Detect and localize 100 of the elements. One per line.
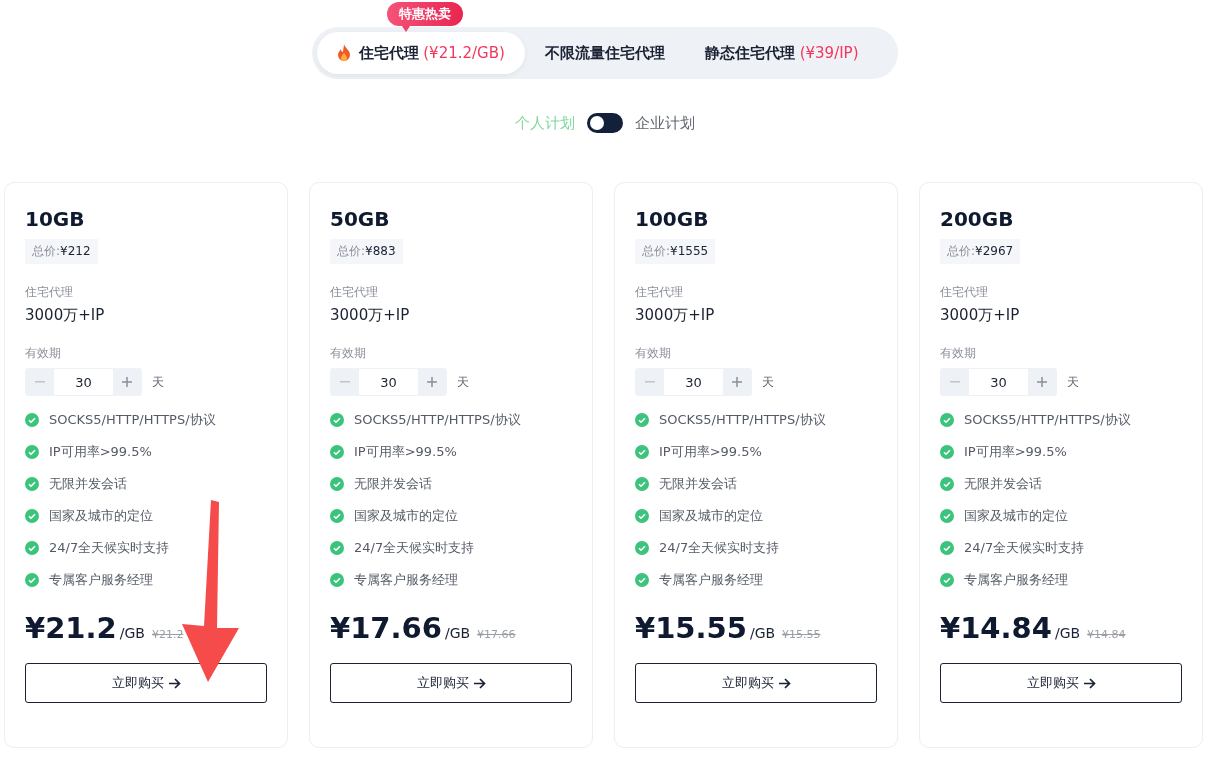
plus-icon [732, 377, 742, 387]
days-unit: 天 [152, 373, 164, 391]
buy-now-button[interactable]: 立即购买 [635, 663, 877, 703]
tab[interactable]: 不限流量住宅代理 [524, 32, 685, 74]
feature-text: 国家及城市的定位 [49, 507, 153, 525]
check-circle-icon [25, 413, 39, 427]
check-circle-icon [25, 445, 39, 459]
arrow-right-icon [1083, 677, 1096, 689]
feature-text: 专属客户服务经理 [354, 571, 458, 589]
minus-icon [35, 381, 45, 383]
total-price-tag: 总价:¥1555 [635, 239, 716, 264]
check-circle-icon [635, 541, 649, 555]
days-input[interactable]: 30 [664, 369, 723, 395]
price-unit: /GB [444, 625, 471, 641]
arrow-right-icon [778, 677, 791, 689]
feature-text: SOCKS5/HTTP/HTTPS/协议 [49, 411, 216, 429]
check-circle-icon [635, 413, 649, 427]
feature-text: 无限并发会话 [964, 475, 1042, 493]
feature-text: 国家及城市的定位 [964, 507, 1068, 525]
buy-now-button[interactable]: 立即购买 [940, 663, 1182, 703]
proxy-type-label: 住宅代理 [330, 284, 379, 301]
check-circle-icon [940, 541, 954, 555]
check-circle-icon [25, 541, 39, 555]
arrow-right-icon [168, 677, 181, 689]
feature-text: SOCKS5/HTTP/HTTPS/协议 [964, 411, 1131, 429]
check-circle-icon [635, 477, 649, 491]
feature-text: 专属客户服务经理 [49, 571, 153, 589]
tab[interactable]: 住宅代理 (¥21.2/GB) [316, 32, 525, 74]
days-input[interactable]: 30 [359, 369, 418, 395]
total-price-tag: 总价:¥2967 [940, 239, 1021, 264]
check-circle-icon [25, 477, 39, 491]
plan-toggle[interactable] [586, 113, 623, 133]
plan-title: 200GB [940, 207, 1015, 231]
feature-text: 专属客户服务经理 [964, 571, 1068, 589]
plan-title: 50GB [330, 207, 391, 231]
proxy-type-label: 住宅代理 [25, 284, 74, 301]
ip-count: 3000万+IP [330, 306, 411, 325]
unit-price: ¥14.84 [940, 611, 1052, 645]
arrow-right-icon [473, 677, 486, 689]
validity-label: 有效期 [635, 345, 672, 362]
check-circle-icon [635, 509, 649, 523]
price-unit: /GB [749, 625, 776, 641]
minus-icon [645, 381, 655, 383]
days-unit: 天 [457, 373, 469, 391]
proxy-type-label: 住宅代理 [940, 284, 989, 301]
plan-label[interactable]: 企业计划 [634, 113, 695, 133]
check-circle-icon [330, 573, 344, 587]
buy-now-button[interactable]: 立即购买 [25, 663, 267, 703]
feature-text: 24/7全天候实时支持 [354, 539, 475, 557]
feature-text: 国家及城市的定位 [354, 507, 458, 525]
total-price-tag: 总价:¥212 [25, 239, 98, 264]
proxy-type-label: 住宅代理 [635, 284, 684, 301]
check-circle-icon [940, 573, 954, 587]
plan-title: 100GB [635, 207, 710, 231]
buy-now-button[interactable]: 立即购买 [330, 663, 572, 703]
days-unit: 天 [1067, 373, 1079, 391]
total-price-tag: 总价:¥883 [330, 239, 403, 264]
days-input[interactable]: 30 [54, 369, 113, 395]
tab[interactable]: 静态住宅代理 (¥39/IP) [684, 32, 879, 74]
plan-title: 10GB [25, 207, 86, 231]
validity-label: 有效期 [940, 345, 977, 362]
days-input[interactable]: 30 [969, 369, 1028, 395]
check-circle-icon [635, 445, 649, 459]
check-circle-icon [25, 509, 39, 523]
days-unit: 天 [762, 373, 774, 391]
minus-icon [950, 381, 960, 383]
check-circle-icon [330, 445, 344, 459]
feature-text: 无限并发会话 [354, 475, 432, 493]
check-circle-icon [25, 573, 39, 587]
ip-count: 3000万+IP [25, 306, 106, 325]
original-price: ¥14.84 [1087, 628, 1126, 641]
feature-text: 24/7全天候实时支持 [964, 539, 1085, 557]
feature-text: 24/7全天候实时支持 [659, 539, 780, 557]
validity-label: 有效期 [25, 345, 62, 362]
plus-icon [1037, 377, 1047, 387]
feature-text: 无限并发会话 [659, 475, 737, 493]
price-unit: /GB [119, 625, 145, 641]
validity-label: 有效期 [330, 345, 367, 362]
feature-text: 无限并发会话 [49, 475, 127, 493]
check-circle-icon [940, 413, 954, 427]
original-price: ¥21.2 [151, 628, 184, 641]
check-circle-icon [940, 445, 954, 459]
check-circle-icon [330, 541, 344, 555]
feature-text: 24/7全天候实时支持 [49, 539, 170, 557]
plus-icon [427, 377, 437, 387]
check-circle-icon [330, 477, 344, 491]
ip-count: 3000万+IP [940, 306, 1021, 325]
plus-icon [122, 377, 132, 387]
check-circle-icon [940, 477, 954, 491]
unit-price: ¥21.2 [25, 611, 117, 645]
original-price: ¥15.55 [782, 628, 821, 641]
ip-count: 3000万+IP [635, 306, 716, 325]
feature-text: IP可用率>99.5% [659, 443, 762, 461]
feature-text: SOCKS5/HTTP/HTTPS/协议 [659, 411, 826, 429]
unit-price: ¥15.55 [635, 611, 747, 645]
feature-text: IP可用率>99.5% [354, 443, 457, 461]
minus-icon [340, 381, 350, 383]
check-circle-icon [940, 509, 954, 523]
feature-text: IP可用率>99.5% [964, 443, 1067, 461]
check-circle-icon [330, 413, 344, 427]
